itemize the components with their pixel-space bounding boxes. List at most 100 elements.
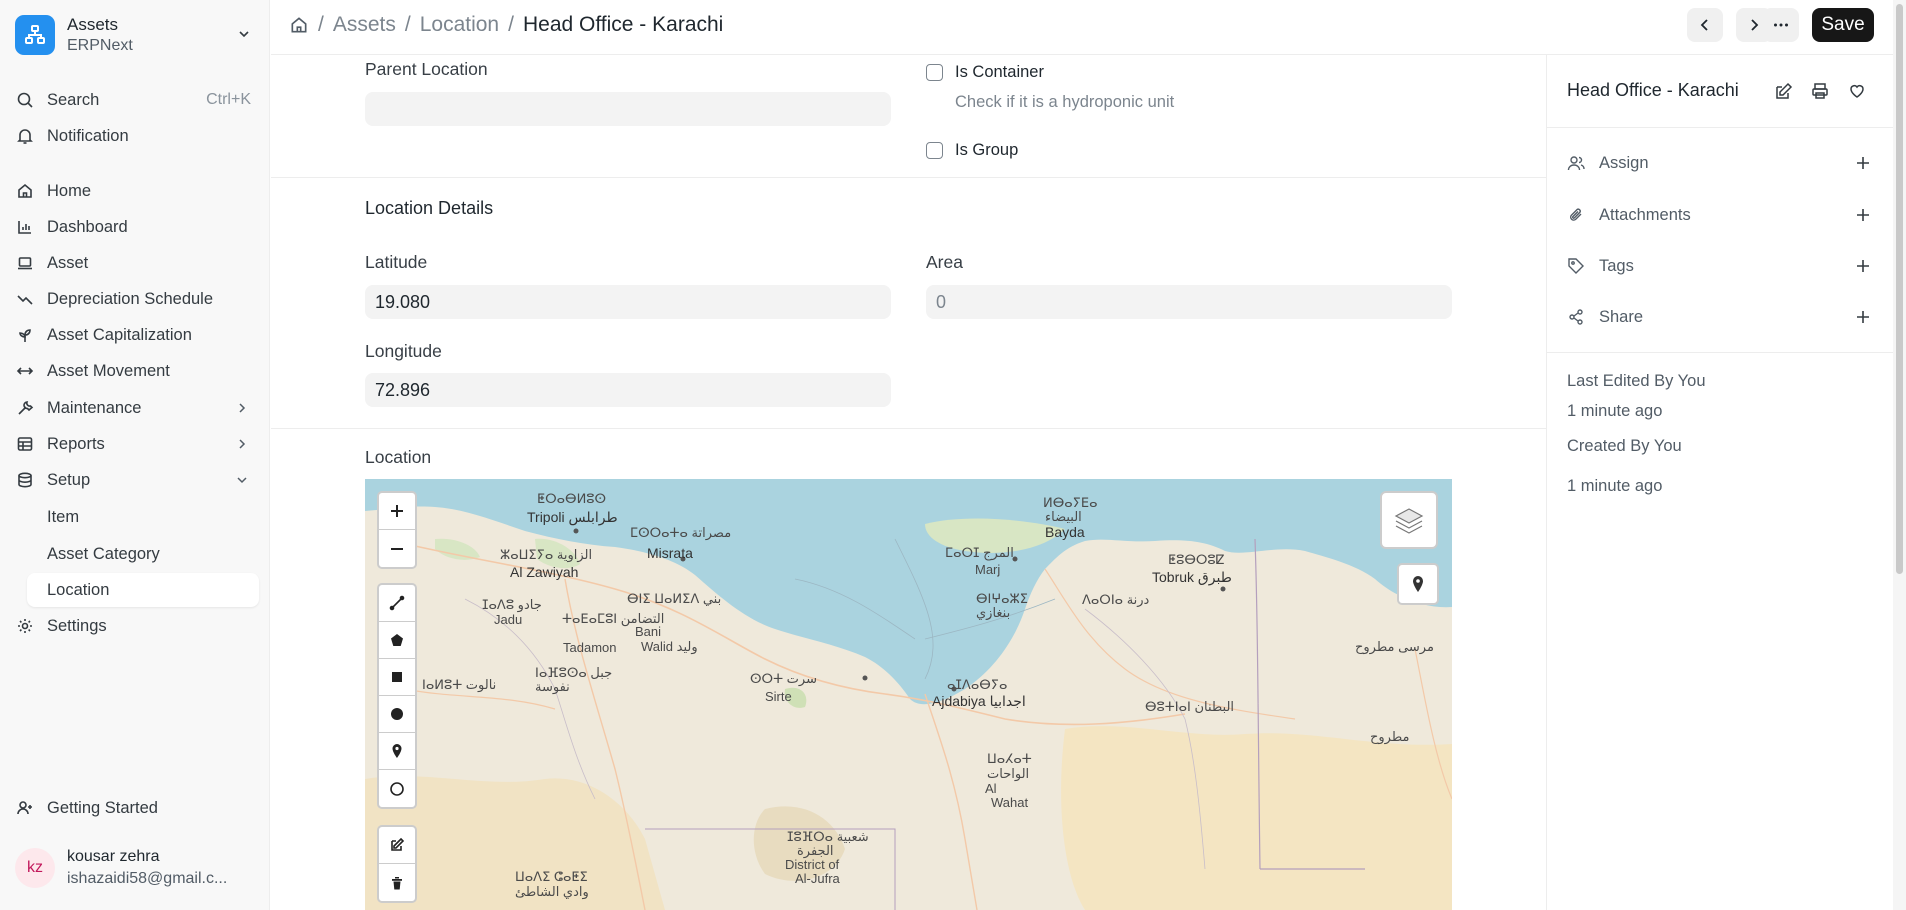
sidebar-item-maintenance[interactable]: Maintenance bbox=[15, 391, 259, 425]
sidebar-subitem-location[interactable]: Location bbox=[27, 573, 259, 607]
page-scrollbar[interactable] bbox=[1893, 0, 1906, 910]
more-horizontal-icon bbox=[1772, 16, 1790, 34]
draw-polyline-button[interactable] bbox=[379, 585, 415, 622]
longitude-field[interactable] bbox=[365, 373, 891, 407]
is-container-checkbox[interactable] bbox=[926, 64, 943, 81]
sidebar-item-dashboard[interactable]: Dashboard bbox=[15, 210, 259, 244]
chevron-right-icon bbox=[1746, 17, 1762, 33]
sidebar-item-label: Asset Movement bbox=[47, 361, 170, 380]
previous-record-button[interactable] bbox=[1687, 8, 1723, 42]
heart-icon[interactable] bbox=[1845, 79, 1869, 103]
panel-divider bbox=[1547, 352, 1894, 353]
plus-icon[interactable] bbox=[1855, 258, 1871, 274]
layers-icon bbox=[1392, 503, 1426, 537]
sidebar-item-settings[interactable]: Settings bbox=[15, 609, 259, 643]
plant-icon bbox=[15, 325, 35, 345]
map-label-ajdabiya: Ajdabiya اجدابيا bbox=[932, 693, 1026, 709]
sidebar-item-asset[interactable]: Asset bbox=[15, 246, 259, 280]
plus-icon[interactable] bbox=[1855, 155, 1871, 171]
minus-icon bbox=[389, 541, 405, 557]
circle-outline-icon bbox=[389, 781, 405, 797]
draw-polygon-button[interactable] bbox=[379, 622, 415, 659]
is-group-checkbox[interactable] bbox=[926, 142, 943, 159]
user-menu[interactable]: kz kousar zehra ishazaidi58@gmail.c... bbox=[15, 840, 260, 896]
sidebar-subitem-label: Item bbox=[47, 507, 80, 526]
sidebar-item-home[interactable]: Home bbox=[15, 174, 259, 208]
users-icon bbox=[1567, 154, 1589, 172]
plus-icon[interactable] bbox=[1855, 309, 1871, 325]
page-title: Head Office - Karachi bbox=[522, 13, 724, 36]
search-button[interactable]: Search Ctrl+K bbox=[15, 83, 259, 117]
draw-circle-marker-button[interactable] bbox=[379, 770, 415, 807]
sidebar-item-asset-capitalization[interactable]: Asset Capitalization bbox=[15, 318, 259, 352]
area-field[interactable] bbox=[926, 285, 1452, 319]
map-label-tobruk-tifinagh: ⵟⵓⴱⵔⵓⵇ bbox=[1168, 552, 1225, 567]
breadcrumb-item-location[interactable]: Location bbox=[420, 13, 499, 37]
sidebar-item-depreciation-schedule[interactable]: Depreciation Schedule bbox=[15, 282, 259, 316]
map-label-tripoli-tifinagh: ⵟⵔⴰⴱⵍⵓⵙ bbox=[537, 491, 607, 506]
paperclip-icon bbox=[1567, 206, 1589, 224]
edit-icon bbox=[389, 837, 405, 853]
attachments-label: Attachments bbox=[1599, 205, 1691, 224]
edit-icon[interactable] bbox=[1772, 79, 1796, 103]
share-action[interactable]: Share bbox=[1567, 302, 1877, 332]
zoom-in-button[interactable] bbox=[379, 493, 415, 530]
sidebar-subitem-asset-category[interactable]: Asset Category bbox=[27, 537, 259, 571]
attachments-action[interactable]: Attachments bbox=[1567, 200, 1877, 230]
sidebar-item-setup[interactable]: Setup bbox=[15, 463, 259, 497]
breadcrumb: / Assets / Location / Head Office - Kara… bbox=[289, 10, 723, 40]
sidebar-item-label: Dashboard bbox=[47, 217, 128, 236]
assign-label: Assign bbox=[1599, 153, 1649, 172]
app-switcher[interactable]: Assets ERPNext bbox=[15, 12, 260, 58]
zoom-out-button[interactable] bbox=[379, 530, 415, 567]
chevron-right-icon bbox=[235, 401, 249, 415]
map-label-zawiyah: Al Zawiyah bbox=[510, 564, 579, 580]
sidebar-item-reports[interactable]: Reports bbox=[15, 427, 259, 461]
plus-icon[interactable] bbox=[1855, 207, 1871, 223]
map-label-zawiyah-tifinagh: ⵣⴰⵡⵉⵢⴰ الزاوية bbox=[500, 547, 593, 562]
breadcrumb-item-assets[interactable]: Assets bbox=[333, 13, 396, 37]
more-actions-button[interactable] bbox=[1763, 8, 1799, 42]
scrollbar-thumb[interactable] bbox=[1896, 4, 1903, 574]
sidebar-subitem-item[interactable]: Item bbox=[27, 500, 259, 534]
map-label-jufra-1: District of bbox=[785, 857, 840, 872]
laptop-icon bbox=[15, 253, 35, 273]
map-label-misrata: Misrata bbox=[647, 545, 693, 561]
print-icon[interactable] bbox=[1808, 79, 1832, 103]
edit-layers-button[interactable] bbox=[379, 827, 415, 864]
user-email: ishazaidi58@gmail.c... bbox=[67, 870, 228, 887]
draw-marker-button[interactable] bbox=[379, 733, 415, 770]
notification-label: Notification bbox=[47, 126, 129, 145]
sidebar-item-asset-movement[interactable]: Asset Movement bbox=[15, 354, 259, 388]
sidebar-right: Head Office - Karachi Assign Attachments… bbox=[1546, 55, 1894, 910]
map-label-bayda: Bayda bbox=[1045, 524, 1085, 540]
home-icon[interactable] bbox=[289, 15, 309, 35]
tags-label: Tags bbox=[1599, 256, 1634, 275]
sidebar: Assets ERPNext Search Ctrl+K Notificatio… bbox=[0, 0, 270, 910]
layers-toggle-button[interactable] bbox=[1380, 491, 1438, 549]
table-icon bbox=[15, 434, 35, 454]
locate-me-button[interactable] bbox=[1397, 563, 1439, 605]
map-label-shati-tifinagh: ⵡⴰⴷⵉ ⵛⴰⵟⵉ bbox=[515, 869, 588, 884]
map-label-sirte-en: Sirte bbox=[765, 689, 792, 704]
tags-action[interactable]: Tags bbox=[1567, 251, 1877, 281]
parent-location-field[interactable] bbox=[365, 92, 891, 126]
map-label-bani-walid: ⴱⵏⵉ ⵡⴰⵍⵉⴷ بني bbox=[627, 591, 722, 606]
location-label: Location bbox=[365, 447, 432, 467]
map-label-misrata-tifinagh: ⵎⵙⵔⴰⵜⴰ مصراتة bbox=[630, 525, 732, 540]
draw-circle-button[interactable] bbox=[379, 696, 415, 733]
latitude-field[interactable] bbox=[365, 285, 891, 319]
draw-rectangle-button[interactable] bbox=[379, 659, 415, 696]
notification-button[interactable]: Notification bbox=[15, 119, 259, 153]
assign-action[interactable]: Assign bbox=[1567, 148, 1877, 178]
getting-started-label: Getting Started bbox=[47, 798, 158, 817]
app-title: Assets bbox=[67, 15, 119, 34]
delete-layers-button[interactable] bbox=[379, 864, 415, 901]
sidebar-item-label: Setup bbox=[47, 470, 91, 489]
bar-chart-icon bbox=[15, 217, 35, 237]
getting-started-button[interactable]: Getting Started bbox=[15, 791, 259, 825]
is-group-label: Is Group bbox=[955, 141, 1019, 159]
location-map[interactable]: ⵟⵔⴰⴱⵍⵓⵙ Tripoli طرابلس ⵎⵙⵔⴰⵜⴰ مصراتة Mis… bbox=[365, 479, 1452, 910]
save-button[interactable]: Save bbox=[1812, 8, 1874, 42]
panel-divider bbox=[1547, 127, 1894, 128]
